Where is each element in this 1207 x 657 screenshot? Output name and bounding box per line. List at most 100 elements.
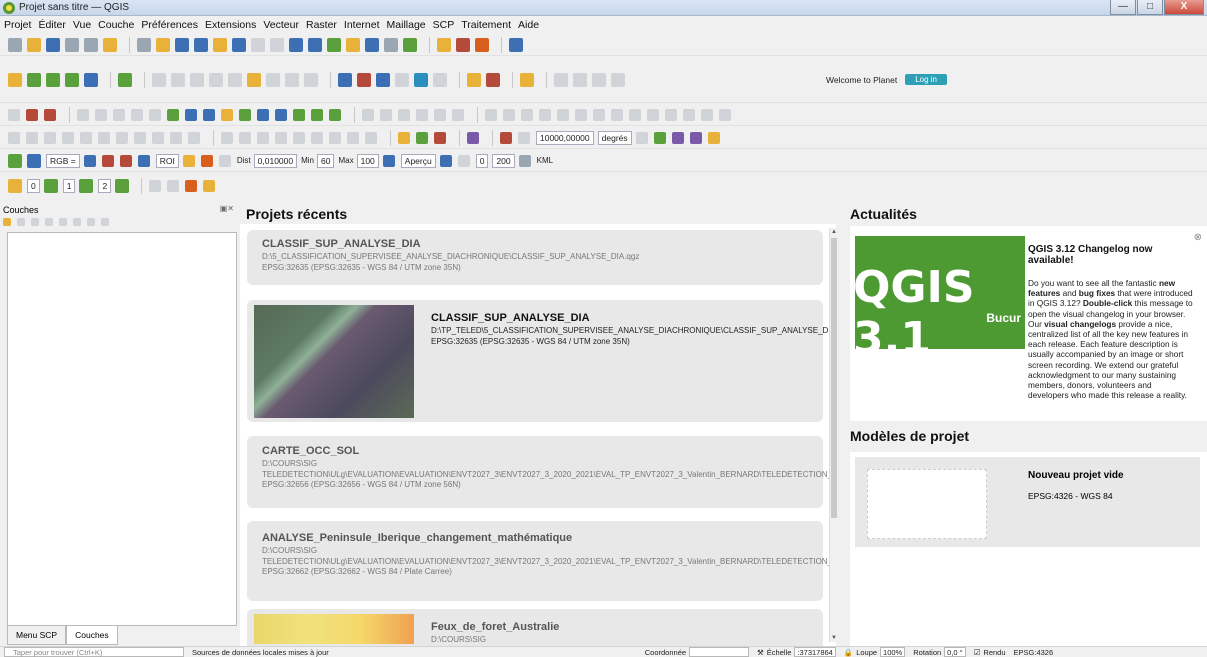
- advanced-digitize-2-icon[interactable]: [95, 108, 107, 121]
- advanced-digitize-1-icon[interactable]: [77, 108, 89, 121]
- label-7-icon[interactable]: [329, 131, 341, 144]
- add-delimited-icon[interactable]: [221, 108, 233, 121]
- add-vector-icon[interactable]: [167, 108, 179, 121]
- annotation-icon[interactable]: [304, 72, 318, 87]
- new-layer-8-icon[interactable]: [611, 108, 623, 121]
- scroll-up-icon[interactable]: ▲: [831, 229, 837, 235]
- label-1-icon[interactable]: [221, 131, 233, 144]
- recent-scrollbar[interactable]: ▲ ▼: [829, 228, 838, 642]
- recent-project-item[interactable]: CLASSIF_SUP_ANALYSE_DIA D:\5_CLASSIFICAT…: [247, 230, 823, 285]
- rotation-field[interactable]: 0,0 °: [944, 647, 966, 657]
- identify-icon[interactable]: [437, 37, 451, 52]
- label-9-icon[interactable]: [365, 131, 377, 144]
- curve-icon[interactable]: [434, 108, 446, 121]
- new-layer-12-icon[interactable]: [683, 108, 695, 121]
- print-layout-icon[interactable]: [84, 37, 98, 52]
- apercu-toggle[interactable]: Aperçu: [400, 153, 436, 168]
- qmetro-icon[interactable]: [433, 72, 447, 87]
- pan-to-selection-icon[interactable]: [156, 37, 170, 52]
- menu-preferences[interactable]: Préférences: [141, 19, 198, 31]
- menu-vue[interactable]: Vue: [73, 19, 91, 31]
- refresh-icon[interactable]: [403, 37, 417, 52]
- roi-toggle[interactable]: ROI: [155, 153, 179, 168]
- new-layer-1-icon[interactable]: [485, 108, 497, 121]
- close-button[interactable]: X: [1164, 0, 1204, 15]
- add-virtual-icon[interactable]: [257, 108, 269, 121]
- edit-icon[interactable]: [65, 72, 79, 87]
- multiple-cross-icon[interactable]: [689, 131, 702, 144]
- band-3-icon[interactable]: [115, 178, 130, 193]
- remove-layer-icon[interactable]: [101, 218, 109, 226]
- tab-menu-scp[interactable]: Menu SCP: [7, 626, 67, 645]
- label-5-icon[interactable]: [293, 131, 305, 144]
- scp-home-icon[interactable]: [8, 153, 22, 168]
- collapse-all-icon[interactable]: [87, 218, 95, 226]
- new-layer-9-icon[interactable]: [629, 108, 641, 121]
- layer-tool-2-icon[interactable]: [167, 179, 180, 192]
- rectangle-icon[interactable]: [452, 108, 464, 121]
- scale-select[interactable]: :37317864: [794, 647, 836, 657]
- zoom-next-icon[interactable]: [308, 37, 322, 52]
- label-4-icon[interactable]: [275, 131, 287, 144]
- shape-digitize-icon[interactable]: [416, 108, 428, 121]
- scale-field[interactable]: 10000,00000: [536, 130, 594, 145]
- scroll-thumb[interactable]: [831, 238, 837, 518]
- snapping-icon[interactable]: [362, 108, 374, 121]
- redo-icon[interactable]: [188, 131, 200, 144]
- panel-controls-icon[interactable]: ▣✕: [220, 204, 234, 213]
- add-wfs-icon[interactable]: [293, 108, 305, 121]
- vertex-tool-icon[interactable]: [80, 131, 92, 144]
- add-wms-icon[interactable]: [275, 108, 287, 121]
- measure-angle-icon[interactable]: [635, 131, 648, 144]
- measure-icon[interactable]: [228, 72, 242, 87]
- expand-all-icon[interactable]: [73, 218, 81, 226]
- plugin-4-icon[interactable]: [611, 72, 625, 87]
- new-layer-14-icon[interactable]: [719, 108, 731, 121]
- add-group-icon[interactable]: [17, 218, 25, 226]
- menu-raster[interactable]: Raster: [306, 19, 337, 31]
- zoom-to-roi-icon[interactable]: [137, 154, 150, 167]
- delete-selected-icon[interactable]: [98, 131, 110, 144]
- locator-search[interactable]: Taper pour trouver (Ctrl+K): [4, 647, 184, 657]
- scale-lock-icon[interactable]: [518, 131, 530, 144]
- digitize-icon[interactable]: [8, 72, 22, 87]
- add-mesh-icon[interactable]: [203, 108, 215, 121]
- recent-project-item-selected[interactable]: CLASSIF_SUP_ANALYSE_DIA D:\TP_TELED\5_CL…: [247, 300, 836, 422]
- filter-legend-icon[interactable]: [45, 218, 53, 226]
- menu-vecteur[interactable]: Vecteur: [263, 19, 299, 31]
- open-project-icon[interactable]: [27, 37, 41, 52]
- manage-theme-icon[interactable]: [31, 218, 39, 226]
- layer-tool-1-icon[interactable]: [149, 179, 162, 192]
- processing-2-icon[interactable]: [416, 131, 428, 144]
- loupe-field[interactable]: 100%: [880, 647, 906, 657]
- units-select[interactable]: degrés: [597, 130, 632, 145]
- new-layer-7-icon[interactable]: [593, 108, 605, 121]
- coordinate-field[interactable]: [689, 647, 750, 657]
- menu-extensions[interactable]: Extensions: [205, 19, 256, 31]
- new-layer-6-icon[interactable]: [575, 108, 587, 121]
- python-icon[interactable]: [520, 72, 534, 87]
- plugin-tool-icon[interactable]: [456, 37, 470, 52]
- band-0-field[interactable]: 0: [27, 178, 40, 193]
- search-layer-icon[interactable]: [395, 72, 409, 87]
- processing-1-icon[interactable]: [398, 131, 410, 144]
- new-layer-11-icon[interactable]: [665, 108, 677, 121]
- new-project-icon[interactable]: [8, 37, 22, 52]
- undo-icon[interactable]: [170, 131, 182, 144]
- menu-internet[interactable]: Internet: [344, 19, 380, 31]
- render-checkbox[interactable]: ☑: [974, 648, 981, 657]
- filter-icon[interactable]: [285, 72, 299, 87]
- georef-icon[interactable]: [486, 72, 500, 87]
- locator-icon[interactable]: [554, 72, 568, 87]
- menu-editer[interactable]: Éditer: [38, 19, 65, 31]
- dist-field[interactable]: 0,010000: [253, 153, 298, 168]
- remove-preview-icon[interactable]: [518, 154, 531, 167]
- maximize-button[interactable]: □: [1137, 0, 1163, 15]
- save-project-icon[interactable]: [46, 37, 60, 52]
- band-set-icon[interactable]: [8, 178, 22, 193]
- roi-pointer-icon[interactable]: [182, 154, 195, 167]
- roi-plus-icon[interactable]: [200, 154, 213, 167]
- menu-maillage[interactable]: Maillage: [387, 19, 426, 31]
- label-6-icon[interactable]: [311, 131, 323, 144]
- layout-icon[interactable]: [573, 72, 587, 87]
